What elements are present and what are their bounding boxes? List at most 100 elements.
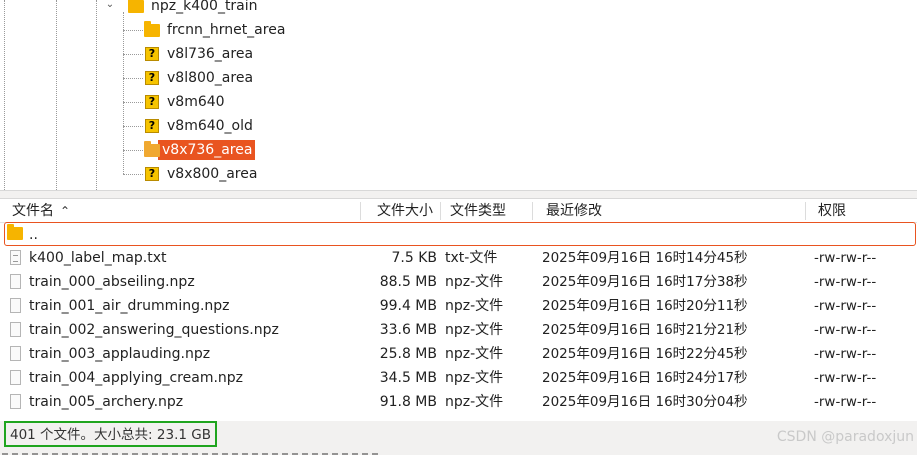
column-separator[interactable] xyxy=(532,202,533,220)
file-name: k400_label_map.txt xyxy=(29,250,167,266)
tree-branch xyxy=(123,30,143,31)
unknown-icon: ? xyxy=(144,94,160,110)
file-name: train_001_air_drumming.npz xyxy=(29,298,230,314)
file-permissions: -rw-rw-r-- xyxy=(814,370,877,386)
chevron-down-icon[interactable]: ⌄ xyxy=(103,0,117,12)
file-type: npz-文件 xyxy=(445,346,504,362)
file-size: 7.5 KB xyxy=(391,250,438,266)
clipped-text-strip xyxy=(0,449,917,455)
file-icon xyxy=(10,346,21,361)
file-permissions: -rw-rw-r-- xyxy=(814,394,877,410)
column-separator[interactable] xyxy=(440,202,441,220)
file-type: npz-文件 xyxy=(445,274,504,290)
tree-node-v8m640[interactable]: ? v8m640 xyxy=(144,91,228,113)
table-row[interactable]: train_000_abseiling.npz 88.5 MB npz-文件 2… xyxy=(0,270,917,294)
table-row[interactable]: train_004_applying_cream.npz 34.5 MB npz… xyxy=(0,366,917,390)
file-size: 88.5 MB xyxy=(379,274,437,290)
tree-node-v8x736-area[interactable]: v8x736_area xyxy=(144,139,256,161)
column-size[interactable]: 文件大小 xyxy=(377,199,433,223)
file-modified: 2025年09月16日 16时22分45秒 xyxy=(542,346,748,362)
tree-node-label: frcnn_hrnet_area xyxy=(167,22,286,38)
tree-guide-line xyxy=(4,0,5,190)
tree-branch xyxy=(123,174,143,175)
tree-guide-line xyxy=(56,0,57,190)
tree-node-label: v8x736_area xyxy=(158,140,256,160)
column-permissions[interactable]: 权限 xyxy=(818,199,846,223)
tree-node-label: v8l800_area xyxy=(167,70,254,86)
tree-node-label: v8m640 xyxy=(167,94,225,110)
table-row[interactable]: k400_label_map.txt 7.5 KB txt-文件 2025年09… xyxy=(0,246,917,270)
tree-branch xyxy=(123,126,143,127)
tree-node-v8l736-area[interactable]: ? v8l736_area xyxy=(144,43,256,65)
tree-branch xyxy=(123,150,143,151)
file-size: 99.4 MB xyxy=(379,298,437,314)
tree-node-frcnn-hrnet-area[interactable]: frcnn_hrnet_area xyxy=(144,19,288,41)
tree-branch xyxy=(123,54,143,55)
column-modified[interactable]: 最近修改 xyxy=(546,199,602,223)
tree-guide-line xyxy=(96,0,97,190)
file-permissions: -rw-rw-r-- xyxy=(814,250,877,266)
sort-ascending-icon: ⌃ xyxy=(60,204,71,218)
file-name: train_005_archery.npz xyxy=(29,394,184,410)
file-icon xyxy=(10,274,21,289)
table-row[interactable]: train_002_answering_questions.npz 33.6 M… xyxy=(0,318,917,342)
file-permissions: -rw-rw-r-- xyxy=(814,274,877,290)
file-size: 33.6 MB xyxy=(379,322,437,338)
tree-node-label: v8l736_area xyxy=(167,46,254,62)
tree-node-root[interactable]: npz_k400_train xyxy=(128,0,261,17)
file-type: txt-文件 xyxy=(445,250,498,266)
file-icon xyxy=(10,370,21,385)
file-icon xyxy=(10,322,21,337)
tree-node-label: npz_k400_train xyxy=(151,0,258,14)
file-modified: 2025年09月16日 16时17分38秒 xyxy=(542,274,748,290)
table-row[interactable]: train_001_air_drumming.npz 99.4 MB npz-文… xyxy=(0,294,917,318)
file-permissions: -rw-rw-r-- xyxy=(814,346,877,362)
tree-branch xyxy=(123,102,143,103)
file-type: npz-文件 xyxy=(445,394,504,410)
tree-node-v8l800-area[interactable]: ? v8l800_area xyxy=(144,67,256,89)
folder-icon xyxy=(144,141,160,158)
file-size: 91.8 MB xyxy=(379,394,437,410)
file-size: 34.5 MB xyxy=(379,370,437,386)
column-type[interactable]: 文件类型 xyxy=(450,199,506,223)
file-modified: 2025年09月16日 16时30分04秒 xyxy=(542,394,748,410)
tree-branch xyxy=(123,78,143,79)
tree-node-v8x800-area[interactable]: ? v8x800_area xyxy=(144,163,260,185)
column-separator[interactable] xyxy=(805,202,806,220)
unknown-icon: ? xyxy=(144,46,160,62)
directory-tree[interactable]: ⌄ npz_k400_train frcnn_hrnet_area ? v8l7… xyxy=(0,0,917,190)
file-type: npz-文件 xyxy=(445,370,504,386)
file-name: train_003_applauding.npz xyxy=(29,346,211,362)
tree-node-v8m640-old[interactable]: ? v8m640_old xyxy=(144,115,256,137)
file-modified: 2025年09月16日 16时21分21秒 xyxy=(542,322,748,338)
folder-icon xyxy=(128,0,144,14)
file-type: npz-文件 xyxy=(445,298,504,314)
file-permissions: -rw-rw-r-- xyxy=(814,298,877,314)
unknown-icon: ? xyxy=(144,70,160,86)
unknown-icon: ? xyxy=(144,166,160,182)
file-permissions: -rw-rw-r-- xyxy=(814,322,877,338)
table-row[interactable]: train_003_applauding.npz 25.8 MB npz-文件 … xyxy=(0,342,917,366)
text-file-icon xyxy=(10,250,21,265)
list-item-parent-dir[interactable]: .. xyxy=(4,222,916,246)
watermark: CSDN @paradoxjun xyxy=(776,429,914,445)
tree-node-label: v8x800_area xyxy=(167,166,258,182)
file-modified: 2025年09月16日 16时14分45秒 xyxy=(542,250,748,266)
file-name: .. xyxy=(29,227,38,243)
file-name: train_000_abseiling.npz xyxy=(29,274,195,290)
file-name: train_004_applying_cream.npz xyxy=(29,370,244,386)
pane-splitter[interactable] xyxy=(0,190,917,199)
file-icon xyxy=(10,394,21,409)
file-list[interactable]: 文件名 ⌃ 文件大小 文件类型 最近修改 权限 .. k400_label_map… xyxy=(0,199,917,421)
file-icon xyxy=(10,298,21,313)
column-name[interactable]: 文件名 ⌃ xyxy=(12,199,70,223)
file-size: 25.8 MB xyxy=(379,346,437,362)
unknown-icon: ? xyxy=(144,118,160,134)
column-separator[interactable] xyxy=(360,202,361,220)
status-bar: 401 个文件。大小总共: 23.1 GB CSDN @paradoxjun xyxy=(0,421,917,455)
column-name-label: 文件名 xyxy=(12,203,54,219)
table-row[interactable]: train_005_archery.npz 91.8 MB npz-文件 202… xyxy=(0,390,917,414)
column-header: 文件名 ⌃ 文件大小 文件类型 最近修改 权限 xyxy=(0,199,917,223)
file-modified: 2025年09月16日 16时24分17秒 xyxy=(542,370,748,386)
tree-node-label: v8m640_old xyxy=(167,118,253,134)
